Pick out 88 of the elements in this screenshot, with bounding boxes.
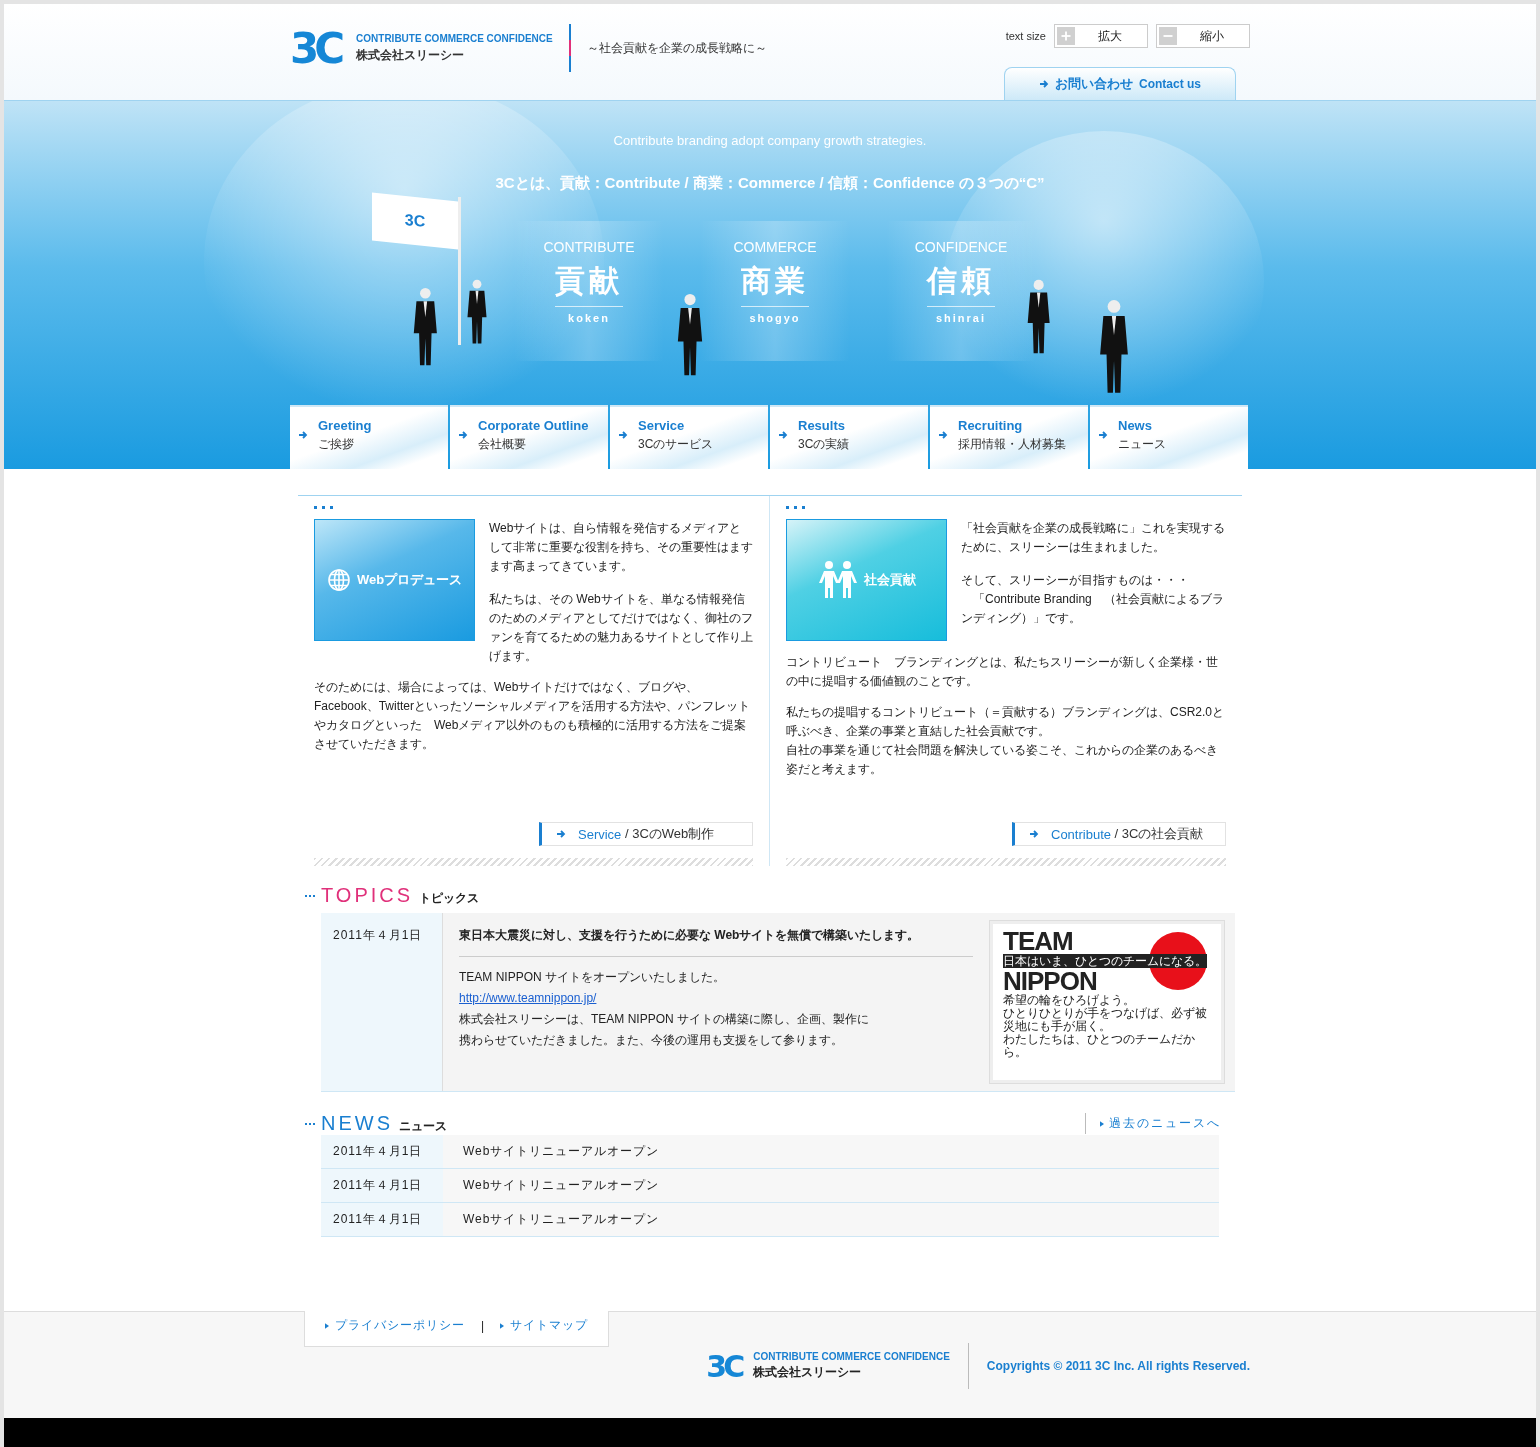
text-size-button[interactable]: 縮小 xyxy=(1156,24,1250,48)
businessman-figure xyxy=(466,279,488,345)
more-link[interactable]: Contribute / 3Cの社会貢献 xyxy=(1012,822,1226,846)
paragraph: 「社会貢献を企業の成長戦略に」これを実現するために、スリーシーは生まれました。 xyxy=(961,520,1226,556)
paragraph: そして、スリーシーが目指すものは・・・ xyxy=(961,572,1190,589)
company-logo[interactable]: 3C xyxy=(290,23,347,73)
pillar-kanji: 貢献 xyxy=(555,261,623,307)
text-size-button[interactable]: 拡大 xyxy=(1054,24,1148,48)
minus-icon xyxy=(1159,27,1177,45)
paragraph: そのためには、場合によっては、Webサイトだけではなく、ブログや、Facebook、Twitterといったソーシャルメディアを活用する方法や、パンフレットやカタログといった Webメディア以外のものも積極的に活用する方法をご提案させていただきます。 xyxy=(314,679,752,753)
company-name: 株式会社スリーシー xyxy=(356,46,466,64)
people-icon xyxy=(817,560,858,600)
nav-tab[interactable]: Recruiting 採用情報・人材募集 xyxy=(930,405,1088,469)
hero-tagline: Contribute branding adopt company growth strategies. xyxy=(613,133,927,148)
plus-icon xyxy=(1057,27,1075,45)
topic-date: 2011年４月1日 xyxy=(321,913,443,1091)
arrow-icon xyxy=(298,430,308,440)
more-link[interactable]: Service / 3CのWeb制作 xyxy=(539,822,753,846)
banner-word: NIPPON xyxy=(1003,968,1097,994)
news-date: 2011年４月1日 xyxy=(321,1169,443,1202)
nav-tab[interactable]: Greeting ご挨拶 xyxy=(290,405,448,469)
logo-tagline: CONTRIBUTE COMMERCE CONFIDENCE xyxy=(753,1351,950,1362)
news-date: 2011年４月1日 xyxy=(321,1135,443,1168)
pillar-title: CONTRIBUTE xyxy=(543,239,635,255)
company-logo: 3C xyxy=(706,1348,743,1384)
paragraph: 私たちは、その Webサイトを、単なる情報発信のためのメディアとしてだけではなく、御社のファンを育てるための魅力あるサイトとして作り上げます。 xyxy=(489,591,753,665)
section-subtitle: トピックス xyxy=(419,890,480,907)
text-size-label: text size xyxy=(1005,30,1046,42)
pillar-kanji: 信頼 xyxy=(927,261,995,307)
slogan: ～社会貢献を企業の成長戦略に～ xyxy=(586,39,767,57)
banner-message: 希望の輪をひろげよう。 xyxy=(1003,994,1135,1007)
banner-word: TEAM xyxy=(1003,928,1074,954)
past-news-link[interactable]: 過去のニュースへ xyxy=(1085,1113,1221,1134)
paragraph: 私たちの提唱するコントリビュート（＝貢献する）ブランディングは、CSR2.0と呼ぶべき、企業の事業と直結した社会貢献です。 xyxy=(786,704,1226,740)
section-subtitle: ニュース xyxy=(399,1118,447,1135)
arrow-icon xyxy=(1098,430,1108,440)
news-title[interactable]: Webサイトリニューアルオープン xyxy=(443,1143,660,1160)
pillar-romaji: shinrai xyxy=(935,312,987,324)
section-title: NEWS xyxy=(321,1112,393,1135)
paragraph: Webサイトは、自ら情報を発信するメディアとして非常に重要な役割を持ち、その重要性はますます高まってきています。 xyxy=(489,520,753,575)
dots-icon xyxy=(314,506,333,509)
section-title: TOPICS xyxy=(321,884,414,907)
dots-icon xyxy=(305,894,315,897)
banner-message: ひとりひとりが手をつなげば、必ず被災地にも手が届く。 xyxy=(1003,1007,1208,1033)
footer-link[interactable]: プライバシーポリシー xyxy=(325,1317,465,1334)
footer-link[interactable]: サイトマップ xyxy=(500,1317,589,1334)
pillar-title: CONFIDENCE xyxy=(914,239,1008,255)
dots-icon xyxy=(305,1122,315,1125)
pillar-title: COMMERCE xyxy=(733,239,817,255)
news-date: 2011年４月1日 xyxy=(321,1203,443,1236)
topic-text: 株式会社スリーシーは、TEAM NIPPON サイトの構築に際し、企画、製作に xyxy=(459,1011,870,1028)
dots-icon xyxy=(786,506,805,509)
banner-strap: 日本はいま、ひとつのチームになる。 xyxy=(1003,954,1207,968)
topic-headline: 東日本大震災に対し、支援を行うために必要な Webサイトを無償で構築いたします。 xyxy=(459,927,973,957)
news-title[interactable]: Webサイトリニューアルオープン xyxy=(443,1177,660,1194)
news-title[interactable]: Webサイトリニューアルオープン xyxy=(443,1211,660,1228)
company-name: 株式会社スリーシー xyxy=(753,1364,863,1381)
topic-link[interactable]: http://www.teamnippon.jp/ xyxy=(459,988,597,1009)
globe-icon xyxy=(326,568,351,592)
topic-text: 携わらせていただきました。また、今後の運用も支援をして参ります。 xyxy=(459,1032,844,1049)
caret-icon xyxy=(325,1322,329,1329)
arrow-icon xyxy=(556,829,566,839)
nav-tab[interactable]: Service 3Cのサービス xyxy=(610,405,768,469)
pillar-romaji: koken xyxy=(568,312,610,324)
arrow-icon xyxy=(458,430,468,440)
arrow-icon xyxy=(778,430,788,440)
caret-icon xyxy=(1100,1120,1104,1127)
hero-heading: 3Cとは、貢献：Contribute / 商業：Commerce / 信頼：Confidence の３つの“C” xyxy=(495,174,1045,193)
pillar-romaji: shogyo xyxy=(749,312,801,324)
banner-message: わたしたちは、ひとつのチームだから。 xyxy=(1003,1033,1196,1059)
topic-text: TEAM NIPPON サイトをオープンいたしました。 xyxy=(459,969,726,986)
arrow-icon xyxy=(1029,829,1039,839)
logo-tagline: CONTRIBUTE COMMERCE CONFIDENCE xyxy=(356,32,553,44)
team-nippon-banner[interactable]: TEAM 日本はいま、ひとつのチームになる。 NIPPON 希望の輪をひろげよう。 ひとりひとりが手をつなげば、必ず被災地にも手が届く。 わたしたちは、ひとつのチームだから。 xyxy=(989,920,1225,1084)
arrow-icon xyxy=(938,430,948,440)
copyright: Copyrights © 2011 3C Inc. All rights Reserved. xyxy=(986,1359,1250,1373)
paragraph: 「Contribute Branding （社会貢献によるブランディング）」です。 xyxy=(961,591,1225,627)
arrow-icon xyxy=(618,430,628,440)
paragraph: 自社の事業を通じて社会問題を解決している姿こそ、これからの企業のあるべき姿だと考えます。 xyxy=(786,742,1219,778)
separator: | xyxy=(481,1318,485,1333)
contact-tab[interactable]: お問い合わせ Contact us xyxy=(1004,67,1236,100)
paragraph: コントリビュート ブランディングとは、私たちスリーシーが新しく企業様・世の中に提唱する価値観のことです。 xyxy=(786,654,1219,690)
nav-tab[interactable]: News ニュース xyxy=(1090,405,1248,469)
arrow-icon xyxy=(1039,79,1049,89)
caret-icon xyxy=(500,1322,505,1329)
nav-tab[interactable]: Results 3Cの実績 xyxy=(770,405,928,469)
pillar-kanji: 商業 xyxy=(741,261,809,307)
nav-tab[interactable]: Corporate Outline 会社概要 xyxy=(450,405,608,469)
